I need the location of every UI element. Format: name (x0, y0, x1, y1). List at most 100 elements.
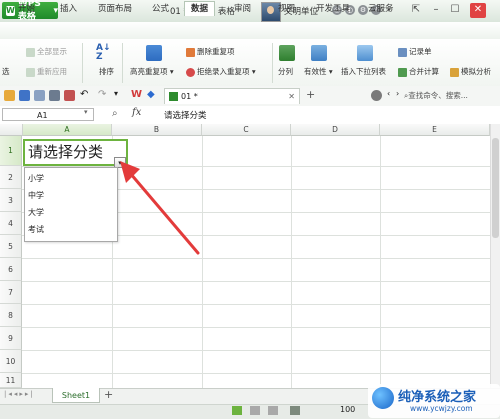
dropdown-option[interactable]: 中学 (28, 187, 44, 204)
row-header[interactable]: 7 (0, 281, 22, 304)
add-sheet-button[interactable]: + (104, 388, 113, 401)
name-box[interactable]: A1 (2, 108, 94, 121)
sheet-nav-icons[interactable]: |◂◂▸▸| (4, 390, 35, 398)
merge-calc-button[interactable]: 合并计算 (398, 66, 439, 77)
show-all-button[interactable]: 全部显示 (26, 46, 67, 57)
print-icon[interactable] (49, 90, 60, 101)
chevron-down-icon[interactable]: ▾ (84, 108, 88, 116)
document-tab[interactable]: 01 * ✕ (164, 88, 300, 104)
highlight-duplicates-button[interactable]: 高亮重复项 ▾ (130, 66, 174, 77)
tab-developer[interactable]: 开发工具 (310, 2, 356, 16)
sort-button[interactable]: 排序 (99, 66, 114, 77)
minimize-button[interactable]: – (428, 3, 444, 18)
column-header-c[interactable]: C (202, 124, 291, 136)
watermark-logo-icon (372, 387, 394, 409)
insert-dropdown-button[interactable]: 插入下拉列表 (341, 66, 386, 77)
print-preview-icon[interactable] (34, 90, 45, 101)
sheet-tab[interactable]: Sheet1 (52, 388, 100, 403)
gridline (22, 327, 490, 328)
show-all-icon (26, 47, 35, 57)
reapply-button[interactable]: 重新应用 (26, 66, 67, 77)
row-header[interactable]: 6 (0, 258, 22, 281)
validity-button[interactable]: 有效性 ▾ (304, 66, 333, 77)
page-break-icon[interactable] (268, 406, 278, 415)
gridline (22, 373, 490, 374)
formula-content[interactable]: 请选择分类 (164, 109, 207, 121)
tab-view[interactable]: 视图 (272, 2, 301, 16)
simulation-button[interactable]: 模拟分析 (450, 66, 491, 77)
row-header[interactable]: 11 (0, 373, 22, 388)
tab-home[interactable]: 开始 (12, 2, 41, 16)
view-mode-icon[interactable] (371, 90, 382, 101)
tab-formulas[interactable]: 公式 (146, 2, 175, 16)
restore-ribbon-icon[interactable]: ⇱ (408, 3, 424, 18)
row-header[interactable]: 8 (0, 304, 22, 327)
normal-view-icon[interactable] (232, 406, 242, 415)
new-tab-button[interactable]: + (306, 88, 315, 101)
chevron-left-icon[interactable]: ‹ (387, 89, 390, 98)
chevron-right-icon[interactable]: › (396, 89, 399, 98)
select-all-corner[interactable] (0, 124, 23, 136)
row-header[interactable]: 3 (0, 189, 22, 212)
chevron-down-icon[interactable]: ▾ (114, 89, 118, 98)
dropdown-option[interactable]: 大学 (28, 204, 44, 221)
record-sheet-icon (398, 47, 407, 57)
vertical-scrollbar[interactable] (490, 124, 500, 388)
split-column-icon[interactable] (279, 45, 295, 61)
command-search-input[interactable]: ⌕查找命令、搜索... (404, 89, 498, 103)
divider (272, 43, 273, 83)
gridline (22, 350, 490, 351)
insert-dropdown-icon[interactable] (357, 45, 373, 61)
tab-data[interactable]: 数据 (184, 1, 216, 16)
open-folder-icon[interactable] (4, 90, 15, 101)
record-sheet-button[interactable]: 记录单 (398, 46, 432, 57)
scrollbar-thumb[interactable] (492, 138, 499, 238)
export-pdf-icon[interactable] (64, 90, 75, 101)
undo-icon[interactable]: ↶ (80, 89, 88, 100)
row-header[interactable]: 2 (0, 166, 22, 189)
delete-duplicates-button[interactable]: 删除重复项 (186, 46, 235, 57)
row-header[interactable]: 10 (0, 350, 22, 373)
cube-icon[interactable]: ◆ (147, 89, 155, 100)
dropdown-list: 小学 中学 大学 考试 (24, 167, 118, 242)
save-icon[interactable] (19, 90, 30, 101)
zoom-icon[interactable]: ⌕ (112, 108, 118, 119)
filter-label[interactable]: 选 (2, 66, 10, 77)
reading-mode-icon[interactable] (290, 406, 300, 415)
close-tab-icon[interactable]: ✕ (288, 89, 295, 105)
reapply-icon (26, 67, 35, 77)
tab-page-layout[interactable]: 页面布局 (92, 2, 138, 16)
watermark-title: 纯净系统之家 (398, 390, 477, 405)
column-header-d[interactable]: D (291, 124, 380, 136)
sort-az-icon[interactable]: A↓ Z (96, 44, 112, 62)
function-fx-icon[interactable]: fx (132, 107, 141, 118)
gridline (22, 281, 490, 282)
tab-insert[interactable]: 插入 (54, 2, 83, 16)
redo-icon[interactable]: ↷ (98, 89, 106, 100)
row-header[interactable]: 4 (0, 212, 22, 235)
highlight-duplicates-icon[interactable] (146, 45, 162, 61)
zoom-level: 100 (340, 405, 356, 414)
page-layout-icon[interactable] (250, 406, 260, 415)
tab-cloud[interactable]: 云服务 (362, 2, 400, 16)
close-button[interactable]: ✕ (470, 3, 486, 18)
reject-icon (186, 67, 195, 77)
column-header-a[interactable]: A (23, 124, 112, 136)
delete-duplicates-icon (186, 47, 195, 57)
simulation-icon (450, 67, 459, 77)
column-header-e[interactable]: E (380, 124, 490, 136)
row-header[interactable]: 9 (0, 327, 22, 350)
reject-duplicates-button[interactable]: 拒绝录入重复项 ▾ (186, 66, 256, 77)
arrow-shaft (128, 171, 200, 255)
row-header[interactable]: 5 (0, 235, 22, 258)
dropdown-option[interactable]: 考试 (28, 221, 44, 238)
maximize-button[interactable]: ☐ (447, 3, 463, 18)
dropdown-option[interactable]: 小学 (28, 170, 44, 187)
wps-w-icon[interactable]: W (131, 89, 142, 100)
column-header-b[interactable]: B (112, 124, 202, 136)
validity-icon[interactable] (311, 45, 327, 61)
tab-review[interactable]: 审阅 (228, 2, 257, 16)
sheet-file-icon (169, 92, 178, 101)
split-column-button[interactable]: 分列 (278, 66, 293, 77)
row-header[interactable]: 1 (0, 136, 22, 166)
